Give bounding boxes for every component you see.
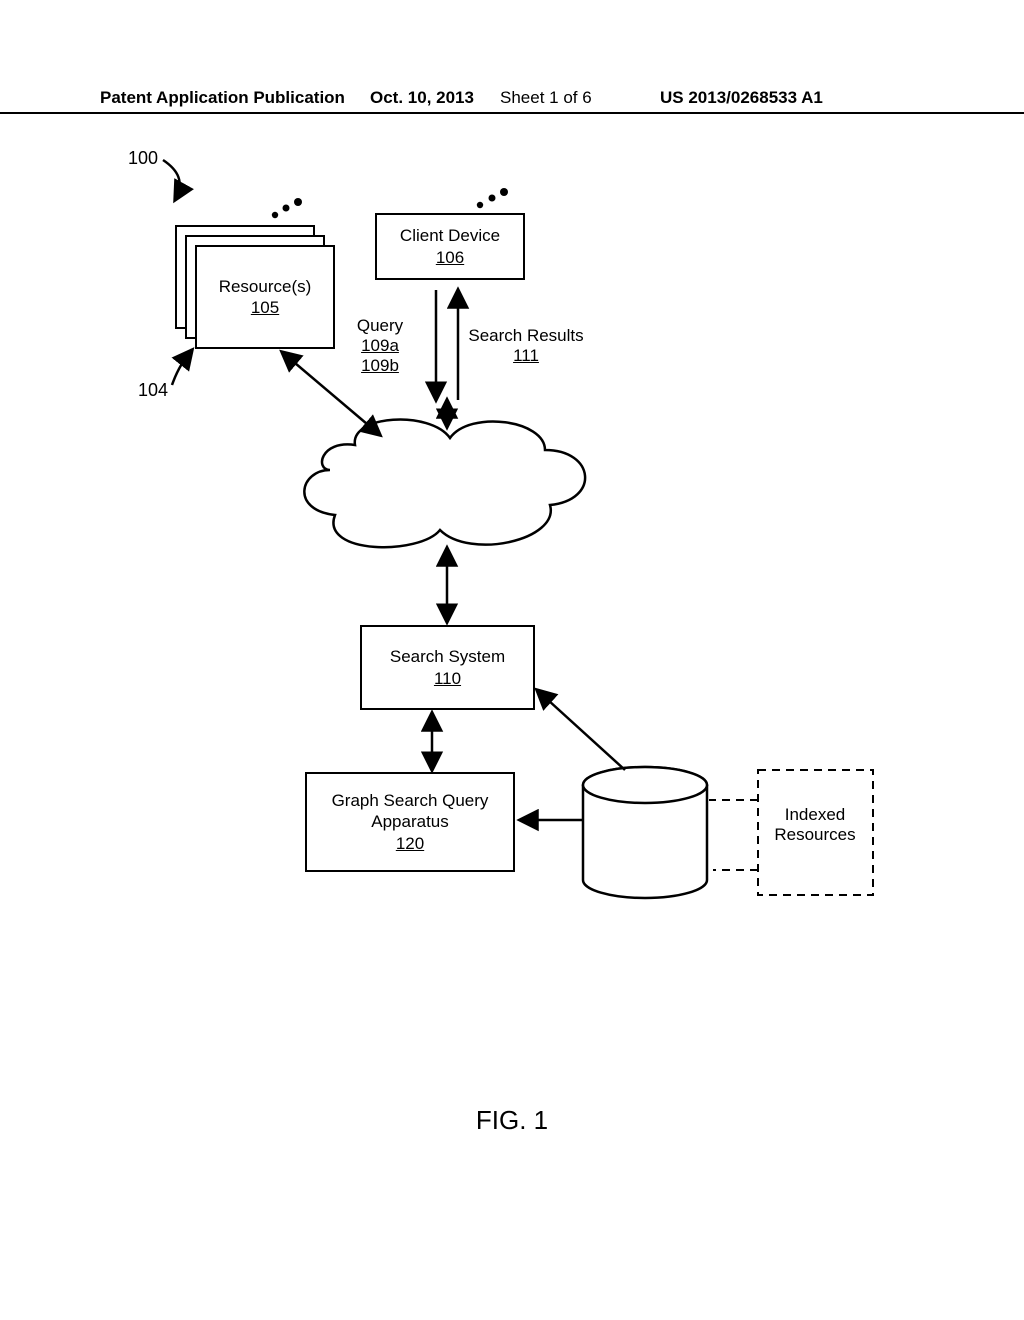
ellipsis-dot [500, 188, 508, 196]
page: Patent Application Publication Oct. 10, … [0, 0, 1024, 1320]
ellipsis-dot [489, 195, 496, 202]
resources-container-leader [172, 350, 192, 385]
figure-label: FIG. 1 [0, 1105, 1024, 1136]
indexed-resources-box [758, 770, 873, 895]
ellipsis-dot [272, 212, 278, 218]
index-to-searchsystem-arrow [537, 690, 625, 770]
network-cloud-icon [304, 420, 585, 548]
resources-network-arrow [282, 352, 380, 435]
search-index-cylinder-icon [583, 767, 707, 898]
system-ref-leader [163, 160, 180, 200]
ellipsis-dot [294, 198, 302, 206]
ellipsis-dot [477, 202, 483, 208]
ellipsis-dot [283, 205, 290, 212]
